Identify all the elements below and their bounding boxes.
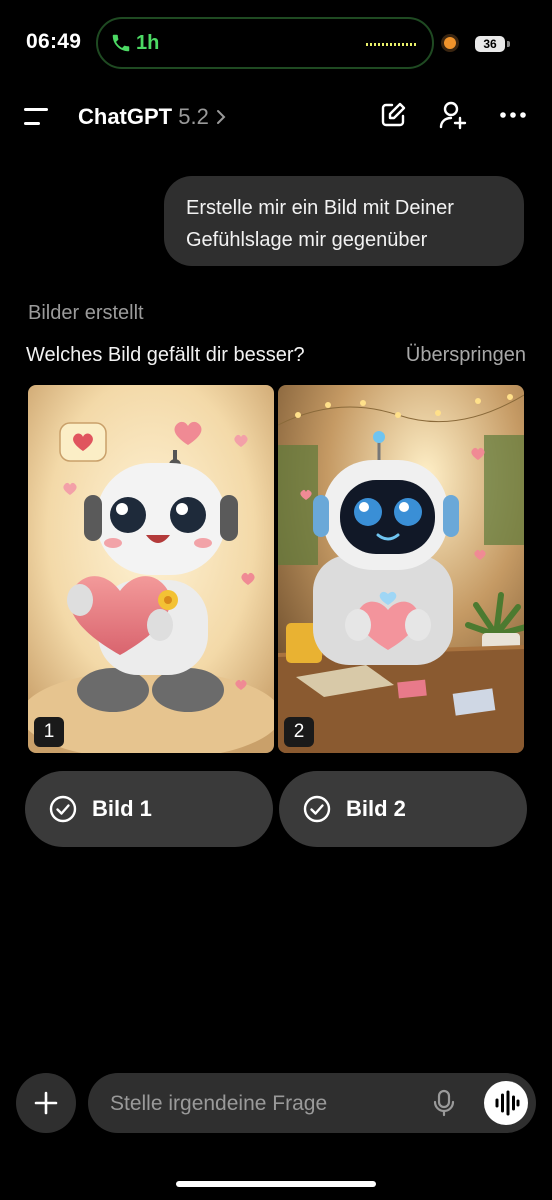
menu-button[interactable] (24, 106, 54, 128)
more-icon[interactable] (498, 100, 528, 130)
generated-image-2[interactable]: 2 (278, 385, 524, 753)
home-indicator (176, 1181, 376, 1187)
battery-level: 36 (475, 36, 505, 52)
choose-image-1-button[interactable]: Bild 1 (25, 771, 273, 847)
choose-image-2-label: Bild 2 (346, 796, 406, 821)
generation-status: Bilder erstellt (28, 302, 144, 324)
generated-image-1[interactable]: 1 (28, 385, 274, 753)
robot-holding-heart-image (28, 385, 274, 753)
robot-at-table-heart-image (278, 385, 524, 753)
model-version: 5.2 (178, 104, 209, 129)
choose-image-2-button[interactable]: Bild 2 (279, 771, 527, 847)
check-circle-icon (303, 795, 331, 823)
composer (88, 1073, 536, 1135)
audio-level-indicator (366, 43, 416, 46)
status-time: 06:49 (26, 30, 82, 53)
app-title: ChatGPT (78, 104, 173, 129)
add-person-icon[interactable] (438, 100, 468, 130)
plus-icon (34, 1091, 58, 1115)
prompt-input[interactable] (108, 1073, 422, 1135)
microphone-icon[interactable] (432, 1089, 456, 1117)
choose-image-1-label: Bild 1 (92, 796, 152, 821)
voice-wave-icon (495, 1090, 520, 1116)
check-circle-icon (49, 795, 77, 823)
image-number-1: 1 (34, 717, 64, 747)
new-chat-icon[interactable] (378, 100, 408, 130)
skip-button[interactable]: Überspringen (406, 344, 526, 367)
call-duration: 1h (136, 32, 160, 54)
attach-button[interactable] (16, 1073, 76, 1133)
model-selector[interactable]: ChatGPT 5.2 (78, 104, 227, 130)
voice-mode-button[interactable] (484, 1081, 528, 1125)
dynamic-island-call[interactable]: 1h (96, 17, 434, 69)
comparison-question: Welches Bild gefällt dir besser? (26, 344, 305, 366)
battery-tip (507, 41, 510, 47)
chevron-right-icon (216, 110, 226, 124)
phone-icon (112, 34, 130, 52)
recording-indicator (444, 37, 456, 49)
image-number-2: 2 (284, 717, 314, 747)
user-message-bubble: Erstelle mir ein Bild mit Deiner Gefühls… (164, 176, 524, 266)
